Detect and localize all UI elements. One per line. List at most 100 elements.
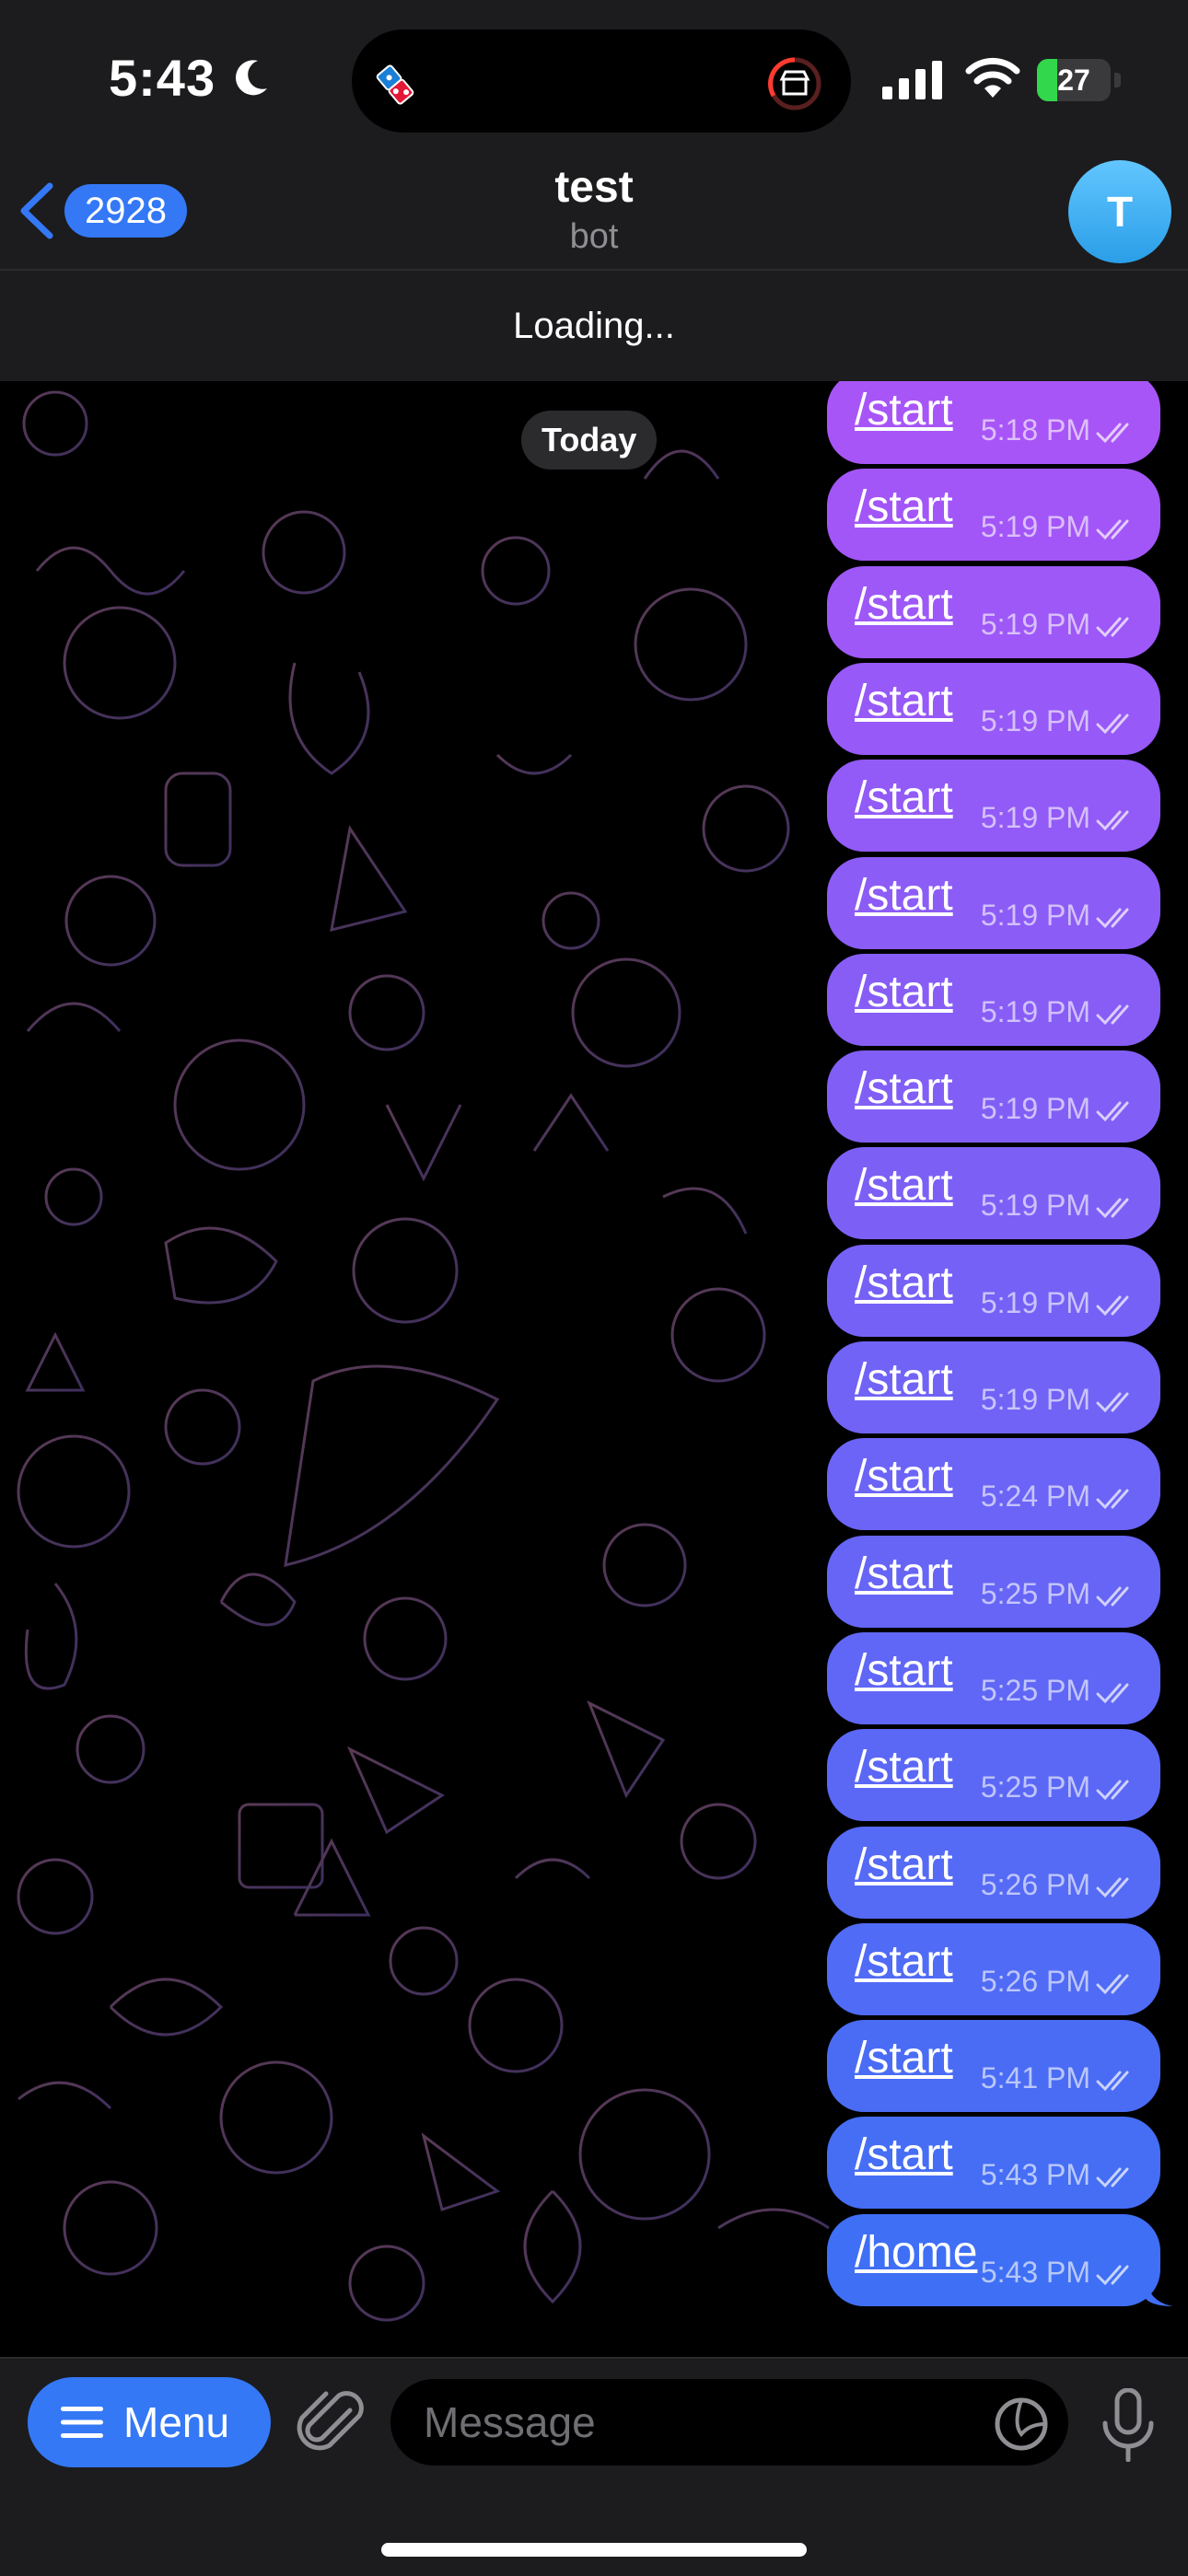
message-time: 5:19 PM	[980, 1092, 1090, 1125]
signal-icon	[882, 61, 942, 99]
double-check-icon	[1096, 519, 1129, 540]
dominos-icon	[376, 64, 414, 105]
message-time: 5:41 PM	[980, 2061, 1090, 2094]
message-text[interactable]: /start	[855, 1742, 953, 1793]
message-meta: 5:18 PM	[981, 413, 1136, 447]
message-bubble[interactable]: /start 5:25 PM	[827, 1536, 1160, 1628]
store-icon	[768, 57, 821, 110]
message-bubble[interactable]: /start 5:19 PM	[827, 663, 1160, 755]
message-input[interactable]	[390, 2379, 1068, 2466]
message-bubble[interactable]: /start 5:26 PM	[827, 1923, 1160, 2015]
message-time: 5:19 PM	[980, 995, 1090, 1028]
menu-button[interactable]: Menu	[28, 2377, 271, 2467]
message-text[interactable]: /start	[855, 772, 953, 823]
paperclip-icon[interactable]	[293, 2383, 368, 2462]
home-indicator	[381, 2543, 807, 2557]
message-time: 5:19 PM	[980, 1189, 1090, 1222]
message-time: 5:19 PM	[980, 608, 1090, 641]
double-check-icon	[1096, 908, 1129, 928]
message-bubble[interactable]: /start 5:41 PM	[827, 2020, 1160, 2112]
double-check-icon	[1096, 1101, 1129, 1121]
message-bubble[interactable]: /start 5:19 PM	[827, 566, 1160, 658]
message-meta: 5:43 PM	[981, 2158, 1136, 2192]
menu-label: Menu	[123, 2398, 230, 2446]
message-meta: 5:19 PM	[981, 899, 1136, 933]
message-bubble[interactable]: /start 5:19 PM	[827, 1147, 1160, 1239]
message-time: 5:19 PM	[980, 704, 1090, 737]
message-bubble[interactable]: /start 5:18 PM	[827, 381, 1160, 464]
message-meta: 5:26 PM	[981, 1868, 1136, 1902]
message-text[interactable]: /start	[855, 1258, 953, 1308]
double-check-icon	[1096, 1295, 1129, 1316]
message-bubble[interactable]: /start 5:19 PM	[827, 857, 1160, 949]
wifi-icon	[965, 57, 1020, 98]
message-bubble[interactable]: /start 5:25 PM	[827, 1729, 1160, 1821]
message-text[interactable]: /start	[855, 676, 953, 726]
message-list[interactable]: Today /start 5:18 PM/start 5:19 PM/start 5:…	[0, 381, 1188, 2357]
message-bubble[interactable]: /start 5:19 PM	[827, 1050, 1160, 1143]
message-meta: 5:19 PM	[981, 704, 1136, 738]
battery-cap	[1114, 73, 1121, 87]
input-bar: Menu	[0, 2357, 1188, 2576]
message-bubble[interactable]: /start 5:19 PM	[827, 469, 1160, 561]
message-bubble[interactable]: /start 5:19 PM	[827, 760, 1160, 852]
message-text[interactable]: /start	[855, 482, 953, 532]
message-text[interactable]: /start	[855, 870, 953, 921]
message-text[interactable]: /start	[855, 1354, 953, 1405]
message-text[interactable]: /start	[855, 1936, 953, 1987]
message-time: 5:24 PM	[980, 1479, 1090, 1513]
message-meta: 5:25 PM	[981, 1770, 1136, 1804]
status-bar: 5:43 27	[0, 0, 1188, 161]
message-bubble[interactable]: /start 5:19 PM	[827, 1341, 1160, 1433]
message-text[interactable]: /start	[855, 1063, 953, 1114]
double-check-icon	[1096, 1198, 1129, 1218]
double-check-icon	[1096, 1974, 1129, 1994]
double-check-icon	[1096, 714, 1129, 734]
message-meta: 5:19 PM	[981, 801, 1136, 835]
chat-subtitle: bot	[569, 217, 619, 256]
message-meta: 5:25 PM	[981, 1577, 1136, 1611]
message-meta: 5:19 PM	[981, 1189, 1136, 1223]
microphone-icon[interactable]	[1098, 2388, 1159, 2462]
message-meta: 5:19 PM	[981, 608, 1136, 642]
date-separator: Today	[521, 411, 658, 470]
double-check-icon	[1096, 1489, 1129, 1509]
avatar[interactable]: T	[1068, 160, 1171, 263]
message-bubble[interactable]: /start 5:43 PM	[827, 2117, 1160, 2209]
message-bubble[interactable]: /home 5:43 PM	[827, 2214, 1173, 2306]
double-check-icon	[1096, 1392, 1129, 1412]
message-meta: 5:43 PM	[981, 2256, 1136, 2290]
chat-title[interactable]: test	[410, 162, 778, 213]
message-text[interactable]: /start	[855, 1645, 953, 1696]
unread-count-badge: 2928	[64, 184, 187, 238]
message-text[interactable]: /start	[855, 1839, 953, 1890]
message-meta: 5:25 PM	[981, 1674, 1136, 1708]
loading-text: Loading...	[513, 306, 675, 346]
message-text[interactable]: /start	[855, 2033, 953, 2083]
message-text[interactable]: /start	[855, 1160, 953, 1211]
message-text[interactable]: /start	[855, 967, 953, 1017]
message-text[interactable]: /start	[855, 579, 953, 630]
message-time: 5:18 PM	[980, 413, 1090, 447]
message-text[interactable]: /start	[855, 2129, 953, 2180]
sticker-icon[interactable]	[993, 2396, 1050, 2453]
double-check-icon	[1096, 1877, 1129, 1897]
double-check-icon	[1096, 2265, 1129, 2285]
message-bubble[interactable]: /start 5:25 PM	[827, 1632, 1160, 1724]
back-button[interactable]: 2928	[17, 175, 192, 249]
double-check-icon	[1096, 1683, 1129, 1703]
message-time: 5:25 PM	[980, 1674, 1090, 1707]
message-bubble[interactable]: /start 5:19 PM	[827, 1245, 1160, 1337]
message-text[interactable]: /start	[855, 1451, 953, 1502]
hamburger-icon	[61, 2407, 103, 2438]
message-meta: 5:19 PM	[981, 1383, 1136, 1417]
double-check-icon	[1096, 1780, 1129, 1800]
message-bubble[interactable]: /start 5:26 PM	[827, 1827, 1160, 1919]
message-text[interactable]: /start	[855, 385, 953, 435]
message-text[interactable]: /start	[855, 1549, 953, 1599]
message-time: 5:19 PM	[980, 1286, 1090, 1319]
message-text[interactable]: /home	[855, 2227, 977, 2278]
message-bubble[interactable]: /start 5:24 PM	[827, 1438, 1160, 1530]
double-check-icon	[1096, 2167, 1129, 2187]
message-bubble[interactable]: /start 5:19 PM	[827, 954, 1160, 1046]
